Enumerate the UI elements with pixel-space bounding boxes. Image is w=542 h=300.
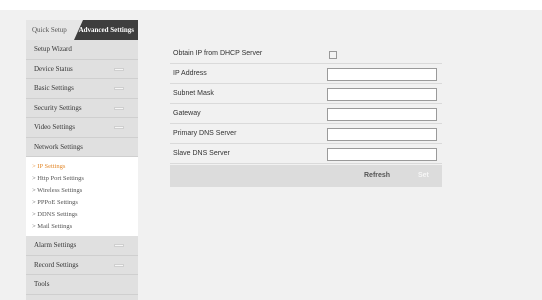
sidebar-item-label: Network Settings bbox=[34, 142, 83, 151]
sidebar-item-video-settings[interactable]: Video Settings bbox=[26, 118, 138, 138]
dhcp-label: Obtain IP from DHCP Server bbox=[173, 50, 263, 57]
primary-dns-input[interactable] bbox=[327, 128, 437, 141]
submenu-item-ip-settings[interactable]: > IP Settings bbox=[26, 161, 138, 173]
network-submenu: > IP Settings > Http Port Settings > Wir… bbox=[26, 157, 138, 236]
subnet-mask-input[interactable] bbox=[327, 88, 437, 101]
submenu-item-wireless-settings[interactable]: > Wireless Settings bbox=[26, 185, 138, 197]
expand-indicator-icon bbox=[114, 244, 124, 247]
ip-address-row: IP Address bbox=[170, 64, 442, 84]
ip-address-label: IP Address bbox=[173, 70, 207, 77]
sidebar-item-label: Basic Settings bbox=[34, 84, 74, 92]
subnet-mask-label: Subnet Mask bbox=[173, 90, 214, 97]
ip-address-input[interactable] bbox=[327, 68, 437, 81]
sidebar-item-label: Alarm Settings bbox=[34, 241, 77, 249]
sidebar-item-basic-settings[interactable]: Basic Settings bbox=[26, 79, 138, 99]
tab-advanced-settings[interactable]: Advanced Settings bbox=[74, 20, 138, 40]
set-button[interactable]: Set bbox=[418, 165, 429, 187]
slave-dns-input[interactable] bbox=[327, 148, 437, 161]
sidebar-item-label: Tools bbox=[34, 280, 50, 288]
submenu-item-mail-settings[interactable]: > Mail Settings bbox=[26, 221, 138, 233]
gateway-label: Gateway bbox=[173, 110, 201, 117]
subnet-mask-row: Subnet Mask bbox=[170, 84, 442, 104]
expand-indicator-icon bbox=[114, 263, 124, 267]
sidebar: Setup Wizard Device Status Basic Setting… bbox=[26, 40, 138, 300]
expand-indicator-icon bbox=[114, 126, 124, 129]
expand-indicator-icon bbox=[114, 106, 124, 110]
submenu-item-pppoe-settings[interactable]: > PPPoE Settings bbox=[26, 197, 138, 209]
sidebar-item-network-settings[interactable]: Network Settings bbox=[26, 138, 138, 157]
sidebar-item-label: Record Settings bbox=[34, 260, 79, 269]
submenu-item-http-port-settings[interactable]: > Http Port Settings bbox=[26, 173, 138, 185]
refresh-button[interactable]: Refresh bbox=[364, 165, 390, 187]
sidebar-item-security-settings[interactable]: Security Settings bbox=[26, 99, 138, 118]
sidebar-item-device-status[interactable]: Device Status bbox=[26, 60, 138, 79]
sidebar-item-label: Setup Wizard bbox=[34, 45, 72, 53]
sidebar-item-label: Video Settings bbox=[34, 123, 75, 131]
sidebar-item-tools[interactable]: Tools bbox=[26, 275, 138, 295]
sidebar-item-label: Device Status bbox=[34, 64, 73, 73]
submenu-item-ddns-settings[interactable]: > DDNS Settings bbox=[26, 209, 138, 221]
dhcp-row: Obtain IP from DHCP Server bbox=[170, 44, 442, 64]
sidebar-item-record-settings[interactable]: Record Settings bbox=[26, 256, 138, 275]
sidebar-item-setup-wizard[interactable]: Setup Wizard bbox=[26, 40, 138, 60]
gateway-input[interactable] bbox=[327, 108, 437, 121]
sidebar-item-alarm-settings[interactable]: Alarm Settings bbox=[26, 236, 138, 256]
slave-dns-label: Slave DNS Server bbox=[173, 150, 230, 157]
primary-dns-label: Primary DNS Server bbox=[173, 130, 237, 137]
ip-settings-form: Obtain IP from DHCP Server IP Address Su… bbox=[170, 44, 442, 187]
slave-dns-row: Slave DNS Server bbox=[170, 144, 442, 164]
dhcp-checkbox[interactable] bbox=[329, 51, 337, 59]
action-bar: Refresh Set bbox=[170, 165, 442, 187]
top-tabs: Quick Setup Advanced Settings bbox=[26, 20, 138, 40]
primary-dns-row: Primary DNS Server bbox=[170, 124, 442, 144]
gateway-row: Gateway bbox=[170, 104, 442, 124]
tab-quick-setup[interactable]: Quick Setup bbox=[26, 20, 84, 40]
sidebar-item-label: Security Settings bbox=[34, 103, 82, 112]
expand-indicator-icon bbox=[114, 67, 124, 71]
expand-indicator-icon bbox=[114, 87, 124, 90]
